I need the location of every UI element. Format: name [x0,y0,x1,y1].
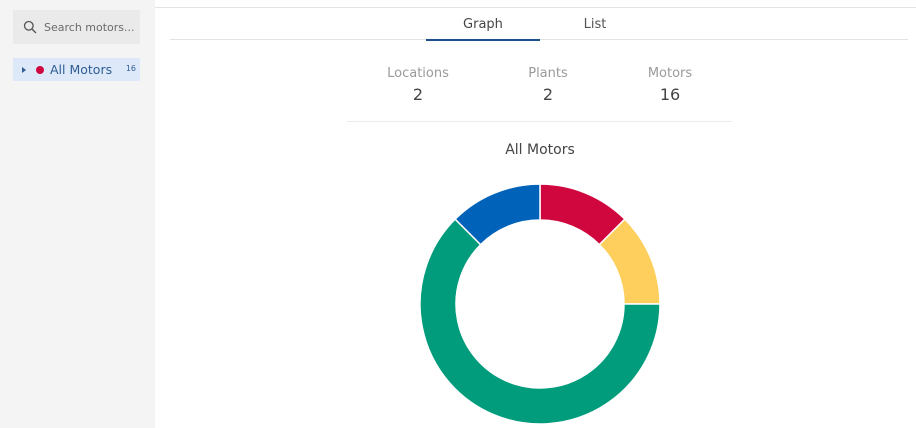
stat-plants-label: Plants [528,66,568,81]
tree-item-label: All Motors [50,62,113,77]
tree-item-all-motors[interactable]: All Motors 16 [13,58,140,81]
stat-locations-value: 2 [412,85,424,104]
stat-plants-value: 2 [542,85,554,104]
search-placeholder: Search motors... [44,20,135,34]
stat-motors-value: 16 [659,85,681,104]
stat-motors: Motors 16 [615,66,725,104]
donut-chart [419,183,661,425]
search-icon [23,20,37,34]
tab-list[interactable]: List [542,8,648,40]
sidebar: Search motors... All Motors 16 [0,0,155,428]
caret-right-icon[interactable] [21,66,27,74]
chart-title: All Motors [505,142,575,158]
view-tabs: Graph List [170,8,908,41]
motor-count-badge: 16 [125,64,136,73]
stat-locations: Locations 2 [363,66,473,104]
stat-plants: Plants 2 [493,66,603,104]
search-input[interactable]: Search motors... [13,10,140,44]
summary-stats: Locations 2 Plants 2 Motors 16 [347,66,732,122]
tab-graph[interactable]: Graph [426,8,540,41]
stat-motors-label: Motors [647,66,693,81]
app-window: Search motors... All Motors 16 Graph Lis… [0,0,916,428]
stat-locations-label: Locations [387,66,449,81]
status-dot [36,65,44,74]
